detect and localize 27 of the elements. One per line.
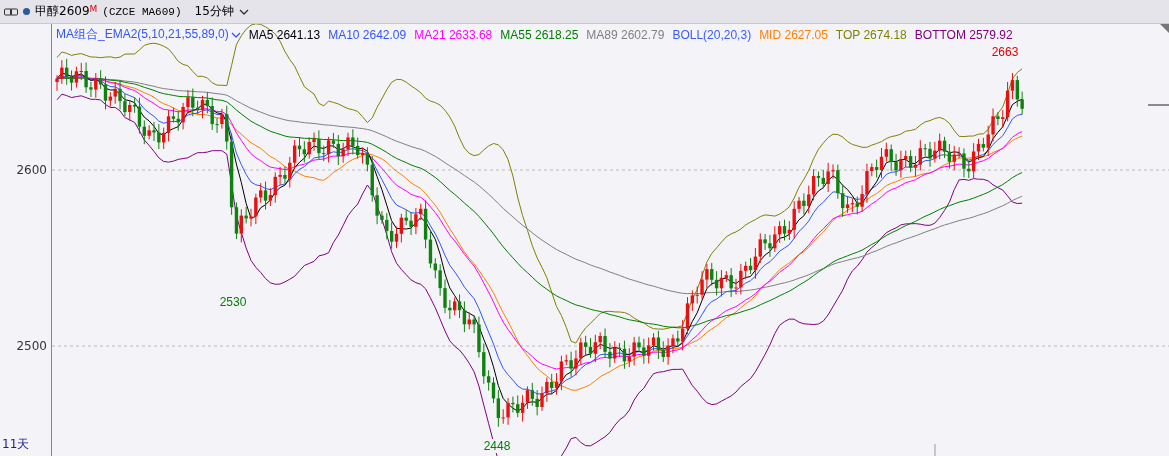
price-extreme-label: 2663: [990, 45, 1020, 59]
link-icon[interactable]: [4, 7, 18, 16]
indicator-value: MA89 2602.79: [586, 27, 665, 42]
indicator-value: BOTTOM 2579.92: [914, 27, 1013, 42]
indicator-value: MID 2627.05: [759, 27, 828, 42]
caret-icon[interactable]: [230, 31, 241, 38]
time-tick-mark: [934, 443, 936, 456]
contract-code: (CZCE MA609): [102, 5, 182, 18]
status-dot-icon: [23, 8, 30, 15]
indicator-value: MA21 2633.68: [414, 27, 493, 42]
corner-marker-icon: [1160, 24, 1169, 33]
y-axis-label: 2600: [16, 163, 47, 177]
symbol-name: 甲醇2609: [35, 3, 90, 20]
main-contract-mark: M: [89, 4, 98, 14]
indicator-value: BOLL(20,20,3): [672, 27, 752, 42]
price-marker-line: [1147, 104, 1169, 106]
price-extreme-label: 2448: [482, 439, 512, 453]
indicator-value: MA55 2618.25: [500, 27, 579, 42]
y-axis-label: 2500: [16, 339, 47, 353]
price-extreme-label: 2530: [218, 295, 248, 309]
indicator-value: TOP 2674.18: [835, 27, 907, 42]
indicator-value: MA5 2641.13: [248, 27, 321, 42]
time-range-label: 11天: [2, 436, 30, 453]
period-selector[interactable]: 15分钟: [194, 3, 234, 20]
caret-icon[interactable]: [238, 8, 249, 15]
indicator-value: MA10 2642.09: [328, 27, 407, 42]
indicator-selector[interactable]: MA组合_EMA2(5,10,21,55,89,0): [56, 26, 241, 43]
